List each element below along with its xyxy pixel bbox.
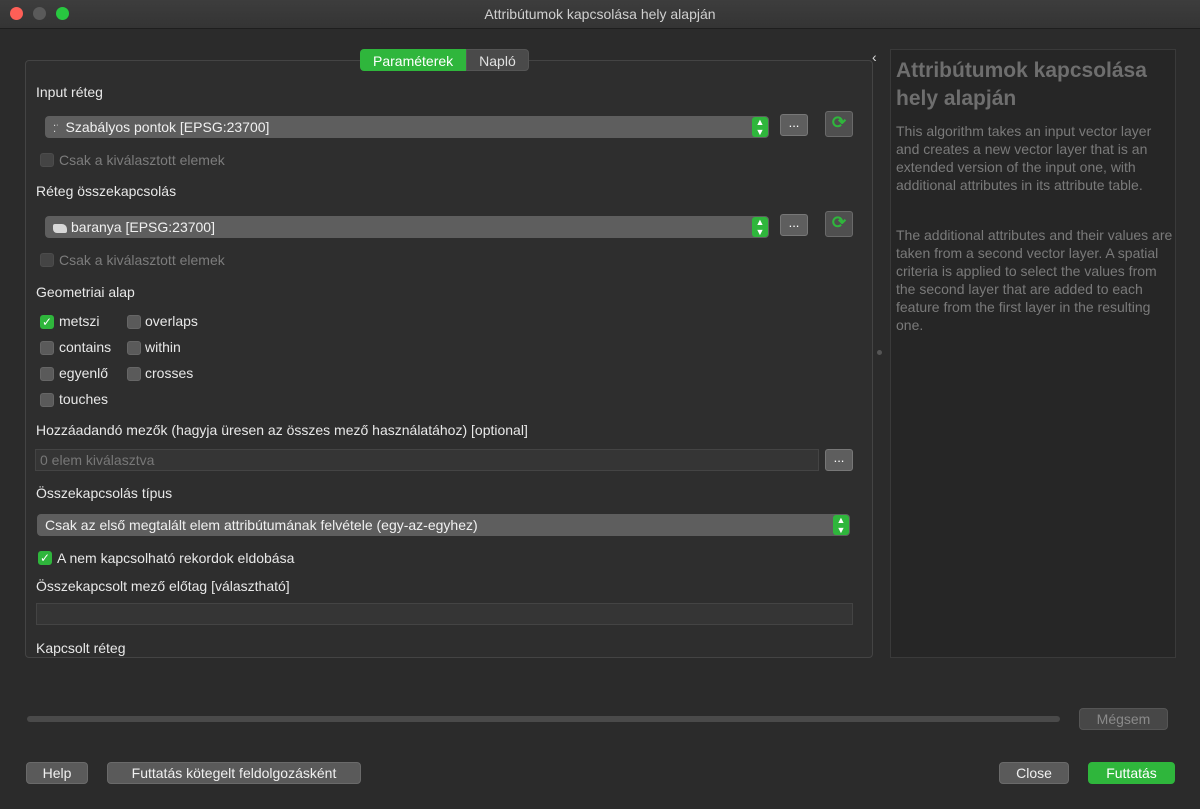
join-type-value: Csak az első megtalált elem attribútumán… xyxy=(45,517,478,533)
polygon-layer-icon xyxy=(53,223,67,233)
close-button[interactable]: Close xyxy=(999,762,1069,784)
tab-parameters[interactable]: Paraméterek xyxy=(360,49,467,71)
selected-only-checkbox-1[interactable] xyxy=(40,153,54,167)
tab-log[interactable]: Napló xyxy=(466,49,529,71)
prefix-label: Összekapcsolt mező előtag [választható] xyxy=(36,578,290,594)
point-layer-icon: ⁚˙ xyxy=(53,124,60,135)
help-button[interactable]: Help xyxy=(26,762,88,784)
join-layer-browse-button[interactable]: ... xyxy=(780,214,808,236)
join-layer-value: baranya [EPSG:23700] xyxy=(71,219,215,235)
chevron-updown-icon: ▲ ▼ xyxy=(752,117,768,137)
splitter-handle[interactable] xyxy=(877,350,882,355)
title-bar: Attribútumok kapcsolása hely alapján xyxy=(0,0,1200,29)
fields-to-add-input[interactable]: 0 elem kiválasztva xyxy=(35,449,819,471)
discard-nonmatching-label: A nem kapcsolható rekordok eldobása xyxy=(57,550,295,566)
window-title: Attribútumok kapcsolása hely alapján xyxy=(484,6,716,22)
join-type-label: Összekapcsolás típus xyxy=(36,485,173,501)
tab-bar: Paraméterek Napló xyxy=(360,49,529,71)
join-layer-combo[interactable]: baranya [EPSG:23700] ▲ ▼ xyxy=(45,216,769,238)
refresh-icon: ⟳ xyxy=(831,113,847,132)
predicate-contains-label: contains xyxy=(59,339,112,355)
cancel-button[interactable]: Mégsem xyxy=(1079,708,1168,730)
predicate-intersects-checkbox[interactable]: ✓ xyxy=(40,315,54,329)
input-layer-iterate-button[interactable]: ⟳ xyxy=(825,111,853,137)
input-layer-combo[interactable]: ⁚˙ Szabályos pontok [EPSG:23700] ▲ ▼ xyxy=(45,116,769,138)
predicate-touches-checkbox[interactable] xyxy=(40,393,54,407)
predicate-touches-label: touches xyxy=(59,391,109,407)
prefix-input[interactable] xyxy=(36,603,853,625)
predicate-within-checkbox[interactable] xyxy=(127,341,141,355)
help-title: Attribútumok kapcsolása hely alapján xyxy=(896,59,1147,110)
chevron-updown-icon: ▲ ▼ xyxy=(833,515,849,535)
join-type-combo[interactable]: Csak az első megtalált elem attribútumán… xyxy=(37,514,850,536)
join-layer-label: Réteg összekapcsolás xyxy=(36,183,177,199)
help-paragraph-1: This algorithm takes an input vector lay… xyxy=(896,123,1152,193)
predicate-crosses-label: crosses xyxy=(145,365,194,381)
batch-process-button[interactable]: Futtatás kötegelt feldolgozásként xyxy=(107,762,361,784)
predicate-within-label: within xyxy=(145,339,181,355)
geometric-predicate-label: Geometriai alap xyxy=(36,284,135,300)
run-button[interactable]: Futtatás xyxy=(1088,762,1175,784)
discard-nonmatching-checkbox[interactable]: ✓ xyxy=(38,551,52,565)
predicate-intersects-label: metszi xyxy=(59,313,100,329)
refresh-icon: ⟳ xyxy=(831,213,847,232)
parameters-panel: Input réteg ⁚˙ Szabályos pontok [EPSG:237… xyxy=(25,60,873,658)
join-layer-iterate-button[interactable]: ⟳ xyxy=(825,211,853,237)
predicate-contains-checkbox[interactable] xyxy=(40,341,54,355)
input-layer-browse-button[interactable]: ... xyxy=(780,114,808,136)
joined-layer-label: Kapcsolt réteg xyxy=(36,640,126,656)
progress-bar xyxy=(27,716,1060,722)
help-paragraph-2: The additional attributes and their valu… xyxy=(896,227,1173,333)
predicate-overlaps-label: overlaps xyxy=(145,313,198,329)
collapse-help-icon[interactable]: ‹ xyxy=(872,49,877,65)
input-layer-value: Szabályos pontok [EPSG:23700] xyxy=(65,119,270,135)
predicate-equals-label: egyenlő xyxy=(59,365,109,381)
predicate-equals-checkbox[interactable] xyxy=(40,367,54,381)
fields-to-add-label: Hozzáadandó mezők (hagyja üresen az össz… xyxy=(36,422,528,438)
input-layer-label: Input réteg xyxy=(36,84,103,100)
help-panel: Attribútumok kapcsolása hely alapján Thi… xyxy=(890,49,1176,658)
fields-to-add-browse-button[interactable]: ... xyxy=(825,449,853,471)
predicate-crosses-checkbox[interactable] xyxy=(127,367,141,381)
predicate-overlaps-checkbox[interactable] xyxy=(127,315,141,329)
selected-only-label-1: Csak a kiválasztott elemek xyxy=(59,152,225,168)
selected-only-checkbox-2[interactable] xyxy=(40,253,54,267)
selected-only-label-2: Csak a kiválasztott elemek xyxy=(59,252,225,268)
chevron-updown-icon: ▲ ▼ xyxy=(752,217,768,237)
